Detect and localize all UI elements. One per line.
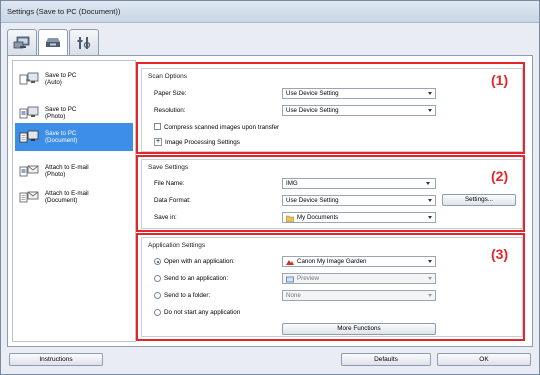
sidebar-item-save-to-pc-auto[interactable]: Save to PC (Auto)	[15, 65, 133, 93]
save-to-pc-icon	[19, 71, 39, 87]
sidebar-item-sublabel: (Document)	[45, 197, 78, 204]
settings-content: Save to PC (Auto) Save to PC (Photo) Save …	[7, 55, 533, 347]
tab-scan-from-computer[interactable]	[7, 29, 37, 55]
scan-mode-list: Save to PC (Auto) Save to PC (Photo) Save …	[12, 60, 136, 342]
save-document-to-pc-icon	[19, 129, 39, 145]
instructions-button[interactable]: Instructions	[9, 353, 103, 366]
sidebar-item-sublabel: (Document)	[45, 137, 78, 144]
scan-from-operation-panel-icon	[46, 38, 60, 47]
tab-scan-from-operation-panel[interactable]	[38, 29, 68, 56]
marker-1: (1)	[491, 72, 509, 88]
highlight-box-2	[136, 155, 525, 232]
general-settings-icon	[77, 36, 91, 49]
settings-panel: Scan Options Paper Size: Use Device Sett…	[136, 62, 526, 342]
tab-general-settings[interactable]	[69, 29, 99, 55]
marker-2: (2)	[491, 168, 509, 184]
defaults-button[interactable]: Defaults	[341, 353, 431, 366]
sidebar-item-sublabel: (Auto)	[45, 79, 62, 86]
highlight-box-3	[136, 233, 525, 341]
sidebar-item-label: Attach to E-mail	[45, 163, 89, 171]
sidebar-item-label: Save to PC	[45, 71, 77, 79]
ok-button[interactable]: OK	[437, 353, 531, 366]
sidebar-item-attach-to-email-document[interactable]: Attach to E-mail (Document)	[15, 183, 133, 211]
sidebar-item-attach-to-email-photo[interactable]: Attach to E-mail (Photo)	[15, 157, 133, 185]
sidebar-item-label: Save to PC	[45, 129, 77, 137]
sidebar-item-label: Save to PC	[45, 105, 77, 113]
sidebar-item-save-to-pc-document[interactable]: Save to PC (Document)	[15, 123, 133, 151]
highlight-box-1	[136, 62, 525, 154]
attach-photo-to-email-icon	[19, 163, 39, 179]
sidebar-item-sublabel: (Photo)	[45, 171, 66, 178]
settings-window: Settings (Save to PC (Document)) Save to…	[0, 0, 540, 375]
save-photo-to-pc-icon	[19, 105, 39, 121]
sidebar-item-label: Attach to E-mail	[45, 189, 89, 197]
attach-document-to-email-icon	[19, 189, 39, 205]
window-title: Settings (Save to PC (Document))	[7, 7, 121, 16]
sidebar-item-sublabel: (Photo)	[45, 113, 66, 120]
scan-from-computer-icon	[13, 36, 30, 48]
title-bar: Settings (Save to PC (Document))	[1, 1, 539, 23]
marker-3: (3)	[491, 246, 509, 262]
